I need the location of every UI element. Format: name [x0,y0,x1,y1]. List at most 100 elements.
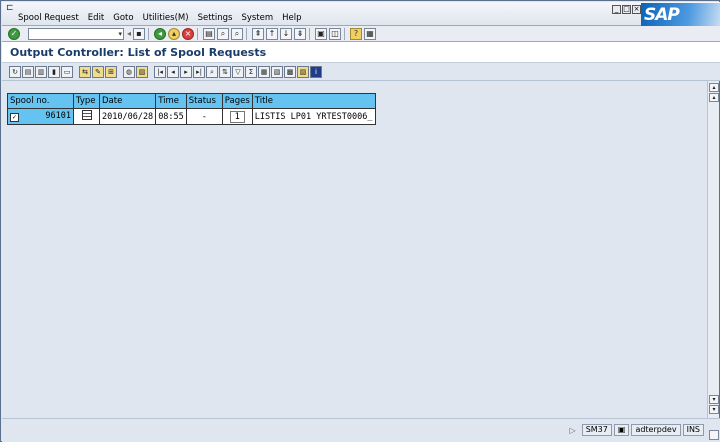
row-select-checkbox[interactable]: ✓ [10,113,19,122]
refresh-icon[interactable]: ↻ [9,65,21,78]
toolbar-separator [309,27,311,40]
status-info: ▷ SM37 ▣ adterpdev INS [570,424,704,436]
first-page-nav-icon[interactable]: |◂ [154,65,166,78]
window-controls: _ □ × [612,5,641,14]
layout-icon[interactable]: ▦ [258,65,270,78]
scroll-bottom-icon[interactable]: ▾ [709,405,719,414]
print-directly-icon[interactable]: ▤ [22,65,34,78]
resize-grip-icon[interactable] [709,430,719,440]
transaction-code[interactable]: SM37 [581,424,612,436]
maximize-icon[interactable]: □ [622,5,631,14]
menu-spool-request[interactable]: Spool Request [18,13,79,23]
system-info-icon[interactable]: ▣ [613,424,630,436]
close-icon[interactable]: × [632,5,641,14]
type-cell[interactable] [73,108,100,125]
table-row[interactable]: ✓ 96101 2010/06/28 08:55 - 1 LISTIS LP01… [7,108,376,125]
toolbar-separator [197,27,199,40]
find-next-icon[interactable]: ⌕ [231,27,244,40]
list-type-icon[interactable] [81,110,92,120]
graphic-icon[interactable]: ▨ [297,65,309,78]
date-cell: 2010/06/28 [98,108,157,125]
insert-mode: INS [682,424,704,436]
status-cell[interactable]: - [185,108,223,125]
system-menu-icon[interactable]: ⊏ [6,4,16,13]
status-toggle-icon[interactable]: ▷ [570,426,576,435]
cancel-icon[interactable]: × [182,27,195,40]
last-page-icon[interactable]: ⇟ [294,27,307,40]
print-icon[interactable]: ▤ [203,27,216,40]
print-with-changed-attributes-icon[interactable]: ▥ [35,65,47,78]
help-icon[interactable]: ? [350,27,363,40]
menu-settings[interactable]: Settings [198,13,233,23]
display-details-icon[interactable]: ⊞ [105,65,117,78]
export-icon[interactable]: ▩ [284,65,296,78]
standard-toolbar: ✓ ▾ ◂ ▪ ◂ ▴ × ▤ ⌕ ⌕ ⇞ ↑ ↓ ⇟ ▣ ◫ ? ▦ [2,26,720,42]
sap-logo: SAP [641,3,720,27]
back-icon[interactable]: ◂ [154,27,167,40]
column-header-status[interactable]: Status [185,93,223,109]
column-header-time[interactable]: Time [155,93,187,109]
sort-icon[interactable]: ⇅ [219,65,231,78]
application-toolbar: ↻ ▤ ▥ ▮ ▭ ⇆ ✎ ⊞ ◍ ▨ |◂ ◂ ▸ ▸| ⌕ ⇅ ▽ Σ ▦ … [2,63,720,81]
delete-icon[interactable]: ▮ [48,65,60,78]
last-page-nav-icon[interactable]: ▸| [193,65,205,78]
page-title: Output Controller: List of Spool Request… [10,46,267,59]
search-icon[interactable]: ⌕ [206,65,218,78]
content-area [2,81,707,418]
column-header-date[interactable]: Date [98,93,157,109]
menu-utilities[interactable]: Utilities(M) [143,13,189,23]
total-icon[interactable]: Σ [245,65,257,78]
title-cell: LISTIS LP01 YRTEST0006_ [251,108,376,125]
find-icon[interactable]: ⌕ [217,27,230,40]
spool-request-table: Spool no. Type Date Time Status Pages Ti… [7,93,376,125]
first-page-icon[interactable]: ⇞ [252,27,265,40]
column-header-type[interactable]: Type [73,93,100,109]
choose-layout-icon[interactable]: ▧ [271,65,283,78]
select-all-icon[interactable]: ▨ [136,65,148,78]
minimize-icon[interactable]: _ [612,5,621,14]
pages-cell[interactable]: 1 [221,108,253,125]
display-contents-icon[interactable]: ▭ [61,65,73,78]
next-page-nav-icon[interactable]: ▸ [180,65,192,78]
title-bar: Output Controller: List of Spool Request… [2,42,720,63]
menu-help[interactable]: Help [282,13,301,23]
previous-page-icon[interactable]: ↑ [266,27,279,40]
menu-items: Spool Request Edit Goto Utilities(M) Set… [18,13,302,23]
change-attributes-icon[interactable]: ✎ [92,65,104,78]
shortcut-icon[interactable]: ◫ [329,27,342,40]
new-session-icon[interactable]: ▣ [315,27,328,40]
menu-edit[interactable]: Edit [88,13,104,23]
scroll-top-icon[interactable]: ▴ [709,83,719,92]
sap-window: ⊏ Spool Request Edit Goto Utilities(M) S… [0,0,720,442]
filter-icon[interactable]: ▽ [232,65,244,78]
pages-value: 1 [229,110,245,123]
info-icon[interactable]: i [310,65,322,78]
spool-no-cell[interactable]: ✓ 96101 [7,108,74,125]
menu-goto[interactable]: Goto [113,13,133,23]
column-header-spool-no[interactable]: Spool no. [7,93,74,109]
scroll-up-icon[interactable]: ▴ [709,93,719,102]
menu-system[interactable]: System [241,13,273,23]
time-cell: 08:55 [155,108,187,125]
history-arrow-icon[interactable]: ◂ [127,29,131,38]
exit-icon[interactable]: ▴ [168,27,181,40]
toolbar-separator [148,27,150,40]
scroll-down-icon[interactable]: ▾ [709,395,719,404]
toolbar-separator [246,27,248,40]
user-server: adterpdev [631,424,681,436]
output-requests-icon[interactable]: ⇆ [79,65,91,78]
toolbar-separator [344,27,346,40]
command-field[interactable]: ▾ [28,27,124,40]
vertical-scrollbar[interactable]: ▴ ▴ ▾ ▾ [707,81,719,418]
enter-icon[interactable]: ✓ [8,27,20,40]
sap-logo-text: SAP [644,5,680,25]
command-dropdown-icon[interactable]: ▾ [118,29,122,39]
next-page-icon[interactable]: ↓ [280,27,293,40]
spool-request-icon[interactable]: ◍ [123,65,135,78]
table-header-row: Spool no. Type Date Time Status Pages Ti… [7,93,376,109]
column-header-title[interactable]: Title [251,93,376,109]
column-header-pages[interactable]: Pages [221,93,253,109]
previous-page-nav-icon[interactable]: ◂ [167,65,179,78]
layout-menu-icon[interactable]: ▦ [364,27,377,40]
save-icon[interactable]: ▪ [133,27,146,40]
